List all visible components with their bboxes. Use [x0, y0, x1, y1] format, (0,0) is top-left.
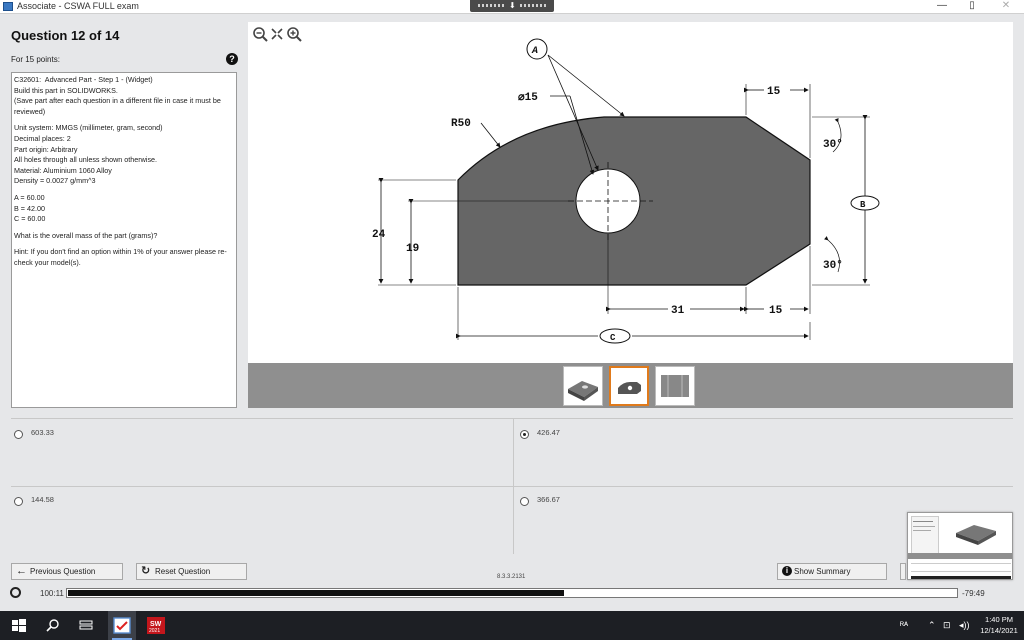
answer-radio[interactable] — [14, 497, 23, 506]
app-icon — [3, 2, 13, 11]
answer-option[interactable]: 603.33 — [11, 418, 513, 486]
answer-value: 426.47 — [537, 428, 560, 437]
tray-time: 1:40 PM — [985, 615, 1013, 624]
question-line: Part origin: Arbitrary — [14, 144, 78, 154]
answer-radio[interactable] — [14, 430, 23, 439]
remaining-time: -79:49 — [962, 589, 985, 598]
balloon-c: C — [610, 333, 616, 343]
elapsed-time: 100:11 — [40, 589, 64, 598]
answer-radio[interactable] — [520, 430, 529, 439]
tray-date: 12/14/2021 — [980, 626, 1018, 635]
network-icon[interactable]: ⊡ — [943, 620, 951, 631]
question-line: B = 42.00 — [14, 203, 45, 213]
zoom-toolbar — [252, 25, 312, 45]
search-icon[interactable] — [44, 611, 62, 640]
question-line: Hint: If you don't find an option within… — [14, 247, 227, 267]
clock-icon — [10, 587, 21, 598]
fit-view-icon[interactable] — [271, 28, 283, 40]
title-bar: Associate - CSWA FULL exam ⬇ — ▯ ✕ — [0, 0, 1024, 14]
svg-text:2021: 2021 — [149, 628, 160, 634]
answer-value: 366.67 — [537, 495, 560, 504]
question-points: For 15 points: — [11, 55, 60, 64]
arrow-left-icon: ← — [16, 565, 27, 577]
answer-radio[interactable] — [520, 497, 529, 506]
start-button[interactable] — [10, 611, 28, 640]
version-label: 8.3.3.2131 — [497, 574, 526, 580]
dim-angle-bottom: 30° — [823, 260, 843, 272]
dim-24: 24 — [372, 229, 386, 241]
task-view-icon[interactable] — [77, 611, 95, 640]
balloon-a: A — [531, 46, 538, 57]
question-text-box: C32601: Advanced Part - Step 1 - (Widget… — [11, 72, 237, 408]
previous-question-button[interactable]: ← Previous Question — [11, 563, 123, 580]
show-summary-button[interactable]: i Show Summary — [777, 563, 887, 580]
zoom-in-icon[interactable] — [287, 27, 302, 42]
chevron-up-icon[interactable]: ⌃ — [928, 620, 936, 631]
answer-value: 144.58 — [31, 495, 54, 504]
help-icon[interactable]: ? — [226, 53, 238, 65]
info-icon: i — [782, 566, 792, 576]
answer-option[interactable]: 144.58 — [11, 486, 513, 554]
time-progress-fill — [68, 590, 564, 596]
window-title: Associate - CSWA FULL exam — [17, 1, 139, 11]
answer-option[interactable]: 426.47 — [513, 418, 1013, 486]
dim-31: 31 — [671, 305, 685, 317]
question-line: Decimal places: 2 — [14, 133, 71, 143]
question-line: (Save part after each question in a diff… — [14, 96, 223, 116]
thumbnail-front-view[interactable] — [609, 366, 649, 406]
dim-top-15: 15 — [767, 86, 781, 98]
dim-r50: R50 — [451, 118, 471, 130]
question-line: A = 60.00 — [14, 192, 45, 202]
thumbnail-isometric[interactable] — [563, 366, 603, 406]
balloon-b: B — [860, 200, 866, 210]
question-line: C = 60.00 — [14, 214, 46, 224]
question-line: Build this part in SOLIDWORKS. — [14, 85, 118, 95]
exam-app-taskbar-icon[interactable] — [108, 611, 136, 640]
reset-question-button[interactable]: ↻ Reset Question — [136, 563, 247, 580]
solidworks-taskbar-icon[interactable]: SW 2021 — [144, 611, 168, 640]
arrow-down-icon: ⬇ — [509, 1, 516, 10]
svg-text:SW: SW — [150, 621, 162, 628]
question-line: Material: Aluminium 1060 Alloy — [14, 165, 112, 175]
people-icon[interactable]: ᴿᴬ — [900, 620, 908, 630]
minimize-button[interactable]: — — [932, 0, 952, 11]
dim-hole-diameter: ⌀15 — [518, 92, 538, 104]
question-line: Unit system: MMGS (millimeter, gram, sec… — [14, 123, 163, 133]
reset-icon: ↻ — [141, 565, 151, 577]
question-line: C32601: Advanced Part - Step 1 - (Widget… — [14, 75, 153, 84]
dim-19: 19 — [406, 243, 419, 255]
volume-icon[interactable]: ◂)) — [959, 620, 970, 631]
question-line: Density = 0.0027 g/mm^3 — [14, 176, 96, 186]
dim-angle-top: 30° — [823, 139, 843, 151]
question-line: What is the overall mass of the part (gr… — [14, 230, 158, 240]
answer-value: 603.33 — [31, 428, 54, 437]
question-title: Question 12 of 14 — [11, 28, 120, 43]
close-button[interactable]: ✕ — [996, 0, 1016, 11]
thumbnail-side-view[interactable] — [655, 366, 695, 406]
hidden-button[interactable] — [900, 563, 906, 580]
tray-clock[interactable]: 1:40 PM 12/14/2021 — [974, 614, 1024, 636]
window-preview-thumbnail[interactable] — [907, 512, 1013, 580]
maximize-button[interactable]: ▯ — [962, 0, 982, 11]
time-progress-bar — [66, 588, 958, 598]
question-line: All holes through all unless shown other… — [14, 155, 158, 165]
dim-bottom-15: 15 — [769, 305, 783, 317]
drawing-viewer: R50 ⌀15 15 30° 30° 24 19 31 15 B C A — [248, 22, 1013, 408]
zoom-out-icon[interactable] — [253, 27, 268, 42]
window-drag-handle[interactable]: ⬇ — [470, 0, 554, 12]
answer-options: 603.33 426.47 144.58 366.67 — [0, 415, 1024, 555]
